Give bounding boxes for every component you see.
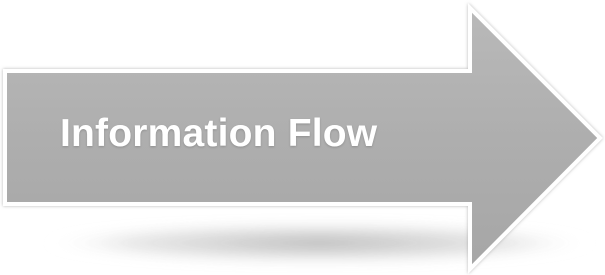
arrow-shadow: [40, 222, 598, 264]
diagram-canvas: Information Flow: [0, 0, 605, 275]
arrow-label: Information Flow: [60, 112, 378, 155]
